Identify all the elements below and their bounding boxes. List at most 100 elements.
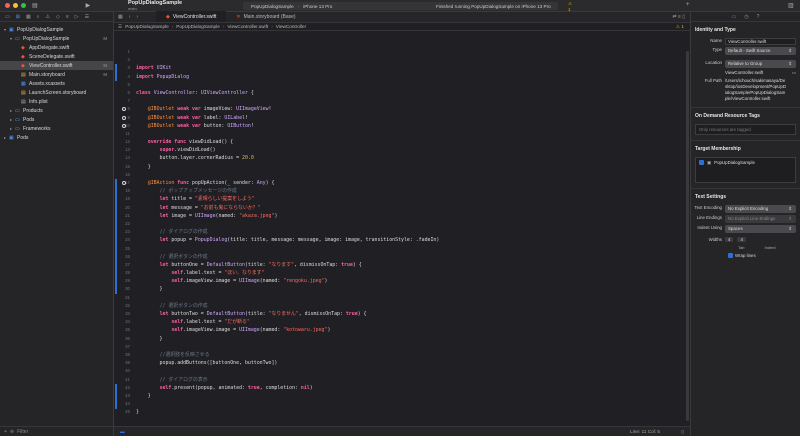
tab-viewcontroller[interactable]: ◆ ViewController.swift: [156, 11, 227, 22]
folder-icon[interactable]: ▭: [792, 70, 796, 76]
navigator-item[interactable]: ▾ ▭ PopUpDialogSample M: [0, 34, 113, 43]
code-line[interactable]: let title = "素晴らしい提案をしよう": [136, 195, 439, 203]
navigator-item[interactable]: ▾ ▣ PopUpDialogSample: [0, 25, 113, 34]
wrap-lines-checkbox[interactable]: [728, 253, 733, 258]
navigator-item[interactable]: ▸ ▭ Products: [0, 106, 113, 115]
code-line[interactable]: [136, 171, 439, 179]
warning-badge[interactable]: ⚠ 1: [568, 1, 572, 12]
close-icon[interactable]: ✕: [236, 14, 240, 20]
code-line[interactable]: let buttonTwo = DefaultButton(title: "なり…: [136, 310, 439, 318]
code-line[interactable]: [136, 400, 439, 408]
code-line[interactable]: let image = UIImage(named: "akaza.jpeg"): [136, 212, 439, 220]
indent-select[interactable]: Spaces ⇕: [725, 225, 796, 233]
code-line[interactable]: import UIKit: [136, 64, 439, 72]
code-line[interactable]: // 選択ボタンの作成: [136, 253, 439, 261]
navigator-item[interactable]: ▸ ▭ Pods: [0, 115, 113, 124]
code-line[interactable]: import PopupDialog: [136, 73, 439, 81]
code-line[interactable]: // ダイアログの表示: [136, 376, 439, 384]
code-line[interactable]: self.imageView.image = UIImage(named: "r…: [136, 277, 439, 285]
navigator-item[interactable]: ▤ LaunchScreen.storyboard: [0, 88, 113, 97]
name-input[interactable]: ViewController.swift: [725, 38, 796, 45]
run-icon[interactable]: ▶: [86, 2, 91, 9]
search-icon[interactable]: ⌕: [37, 14, 40, 20]
navigator-item[interactable]: ▤ Main.storyboard M: [0, 70, 113, 79]
code-line[interactable]: override func viewDidLoad() {: [136, 138, 439, 146]
add-file-icon[interactable]: +: [4, 429, 7, 435]
code-line[interactable]: // 選択ボタンの作成: [136, 302, 439, 310]
debug-area-toggle-icon[interactable]: ▬: [120, 429, 125, 434]
code-line[interactable]: }: [136, 392, 439, 400]
breadcrumb-symbol[interactable]: ViewController: [276, 24, 306, 29]
code-line[interactable]: [136, 48, 439, 56]
breakpoint-icon[interactable]: ▷: [75, 14, 79, 20]
code-line[interactable]: [136, 220, 439, 228]
code-line[interactable]: }: [136, 285, 439, 293]
code-line[interactable]: @IBOutlet weak var button: UIButton!: [136, 122, 439, 130]
code-line[interactable]: let popup = PopupDialog(title: title, me…: [136, 236, 440, 244]
code-line[interactable]: [136, 245, 439, 253]
navigator-item[interactable]: ◆ AppDelegate.swift: [0, 43, 113, 52]
grid-icon[interactable]: ▦: [118, 14, 123, 20]
code-line[interactable]: [136, 81, 439, 89]
debug-icon[interactable]: ≡: [66, 14, 69, 20]
encoding-select[interactable]: No Explicit Encoding ⇕: [725, 205, 796, 213]
code-line[interactable]: self.present(popup, animated: true, comp…: [136, 384, 439, 392]
code-line[interactable]: }: [136, 163, 439, 171]
symbol-icon[interactable]: ▦: [26, 14, 31, 20]
sidebar-toggle-icon[interactable]: ▤: [32, 2, 38, 9]
odr-tags-input[interactable]: Only resources are tagged: [695, 124, 796, 135]
code-lines[interactable]: import UIKit import PopupDialog class Vie…: [136, 48, 439, 416]
tab-storyboard[interactable]: ✕ Main.storyboard (Base): [226, 11, 305, 22]
test-icon[interactable]: ◇: [56, 14, 60, 20]
code-line[interactable]: [136, 343, 439, 351]
target-selector[interactable]: PopUpDialogSample: [251, 4, 294, 9]
code-line[interactable]: // ダイアログの作成: [136, 228, 439, 236]
back-icon[interactable]: ‹: [129, 14, 131, 20]
breadcrumb-project[interactable]: PopUpDialogSample: [125, 24, 169, 29]
file-inspector-icon[interactable]: ▭: [732, 14, 737, 20]
code-line[interactable]: class ViewController: UIViewController {: [136, 89, 439, 97]
navigator-item[interactable]: ▤ Info.plist: [0, 97, 113, 106]
forward-icon[interactable]: ›: [136, 14, 138, 20]
code-line[interactable]: @IBOutlet weak var imageView: UIImageVie…: [136, 105, 439, 113]
folder-icon[interactable]: ▭: [5, 14, 10, 20]
code-line[interactable]: super.viewDidLoad(): [136, 146, 439, 154]
type-select[interactable]: Default - Swift Source ⇕: [725, 47, 796, 55]
code-line[interactable]: @IBOutlet weak var label: UILabel!: [136, 114, 439, 122]
code-line[interactable]: [136, 367, 439, 375]
navigator-item[interactable]: ▦ Assets.xcassets: [0, 79, 113, 88]
code-line[interactable]: [136, 97, 439, 105]
tab-width-stepper[interactable]: 4: [725, 237, 734, 242]
code-line[interactable]: // ポップアップメッセージの作成: [136, 187, 439, 195]
source-control-icon[interactable]: ⊠: [16, 14, 20, 20]
navigator-item[interactable]: ◆ ViewController.swift M: [0, 61, 113, 70]
code-line[interactable]: let message = "お前も鬼にならないか？": [136, 204, 439, 212]
report-icon[interactable]: ☰: [85, 14, 89, 20]
code-line[interactable]: self.imageView.image = UIImage(named: "k…: [136, 326, 439, 334]
code-line[interactable]: }: [136, 335, 439, 343]
breadcrumb-folder[interactable]: PopUpDialogSample: [176, 24, 220, 29]
code-line[interactable]: self.label.text = "だが断る": [136, 318, 439, 326]
filter-input[interactable]: Filter: [17, 429, 28, 435]
code-line[interactable]: @IBAction func popUpAction(_ sender: Any…: [136, 179, 439, 187]
code-line[interactable]: button.layer.cornerRadius = 20.0: [136, 154, 439, 162]
navigator-item[interactable]: ▸ ▭ Frameworks: [0, 124, 113, 133]
connection-indicator-icon[interactable]: [122, 115, 126, 120]
target-checkbox[interactable]: [699, 160, 704, 165]
breadcrumb-file[interactable]: ViewController.swift: [227, 24, 268, 29]
issue-icon[interactable]: ⚠: [45, 14, 49, 20]
code-line[interactable]: //選択肢を反映させる: [136, 351, 439, 359]
endings-select[interactable]: No Explicit Line Endings ⇕: [725, 215, 796, 223]
editor-options-icon[interactable]: ⇄ ≡ ▯: [672, 14, 685, 20]
navigator-item[interactable]: ◆ SceneDelegate.swift: [0, 52, 113, 61]
device-selector[interactable]: iPhone 13 Pro: [303, 4, 332, 9]
code-line[interactable]: [136, 130, 439, 138]
location-select[interactable]: Relative to Group ⇕: [725, 60, 796, 68]
code-line[interactable]: popup.addButtons([buttonOne, buttonTwo]): [136, 359, 439, 367]
zoom-window-button[interactable]: [21, 3, 26, 8]
vertical-scrollbar[interactable]: [686, 51, 689, 421]
layout-icon[interactable]: ▯: [681, 429, 684, 435]
hamburger-icon[interactable]: ☰: [118, 24, 122, 30]
code-area[interactable]: 1 2 3 4 5 6 7 8 9 10 11 12 13 14 15 16 17 18 19 20 21 22 23 24 2…: [114, 31, 690, 426]
warning-badge[interactable]: ⚠ 1: [676, 24, 684, 30]
